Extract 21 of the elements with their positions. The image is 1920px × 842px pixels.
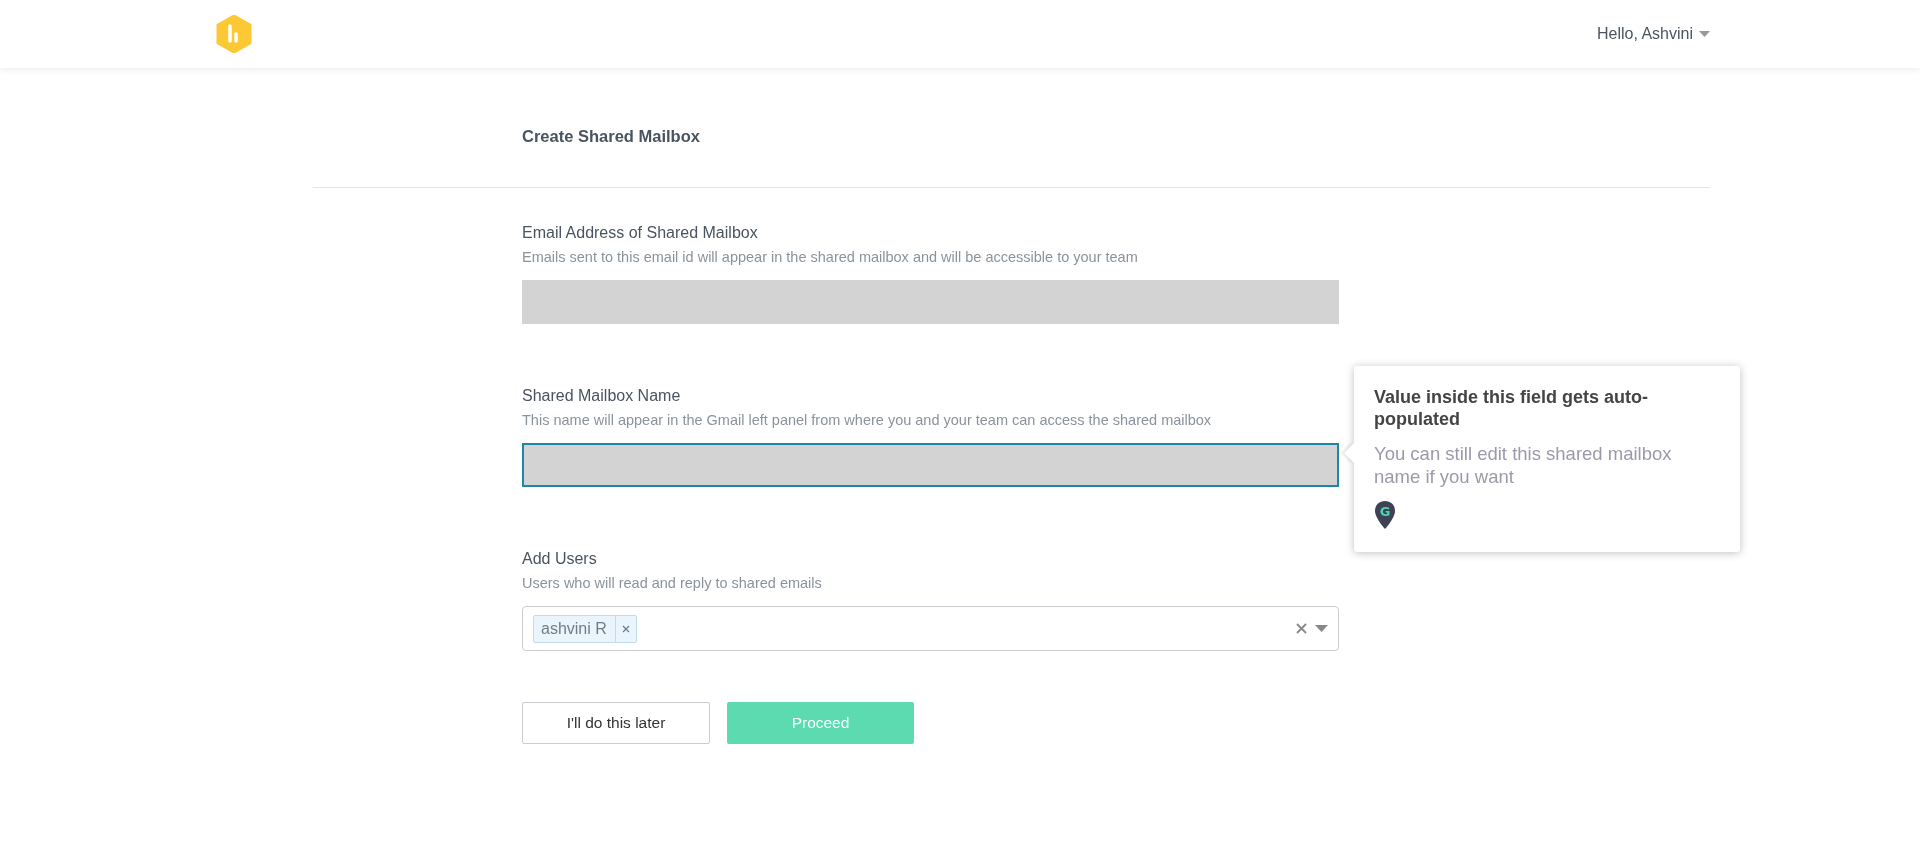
tooltip-title: Value inside this field gets auto-populated xyxy=(1374,386,1650,430)
field-label: Email Address of Shared Mailbox xyxy=(522,223,759,243)
page-title: Create Shared Mailbox xyxy=(521,126,701,147)
field-help-text: This name will appear in the Gmail left panel from where you and your team can access the shared mailbox xyxy=(522,411,1213,430)
close-icon xyxy=(621,624,630,633)
caret-icon[interactable] xyxy=(1315,625,1328,632)
field-help-text: Emails sent to this email id will appear in the shared mailbox and will be accessible to your team xyxy=(522,248,1139,267)
field-label: Shared Mailbox Name xyxy=(522,386,682,406)
caret-icon xyxy=(1699,31,1710,37)
clear-icon[interactable] xyxy=(1296,623,1307,634)
text-field[interactable] xyxy=(522,280,1339,324)
users-select[interactable]: ashvini R xyxy=(522,606,1339,651)
user-menu[interactable]: Hello, Ashvini xyxy=(1596,25,1710,43)
tag-label: ashvini R xyxy=(540,619,608,638)
field-help-text: Users who will read and reply to shared emails xyxy=(522,574,823,593)
text-field[interactable] xyxy=(522,443,1339,487)
field-label: Add Users xyxy=(522,549,598,569)
later-button[interactable]: I'll do this later xyxy=(522,702,710,744)
tooltip-text: You can still edit this shared mailbox name if you want xyxy=(1374,442,1673,488)
map-pin-icon: G xyxy=(1374,500,1396,530)
logo-icon xyxy=(216,15,252,53)
